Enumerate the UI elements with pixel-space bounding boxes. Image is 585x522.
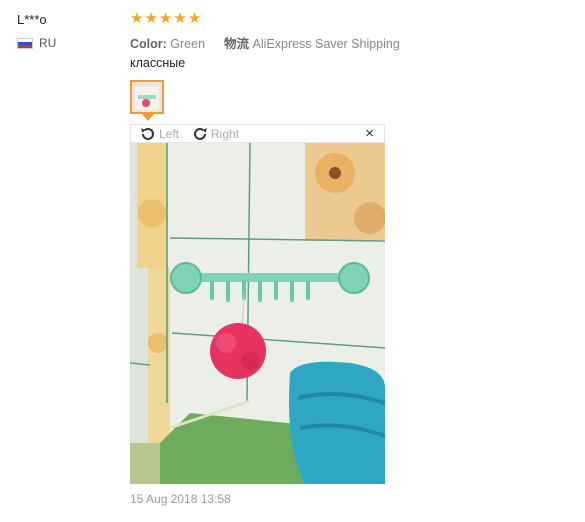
shipping-value: AliExpress Saver Shipping (252, 37, 400, 51)
rotate-left-icon (141, 127, 154, 140)
rotate-right-icon (194, 127, 207, 140)
russia-flag-icon (17, 37, 33, 49)
rotate-left-button[interactable]: Left (139, 125, 179, 143)
star-rating: ★ ★ ★ ★ ★ (130, 10, 201, 28)
photo-viewer-toolbar: Left Right × (130, 124, 385, 143)
review-photo (130, 143, 385, 484)
review-photo-thumbnail[interactable] (130, 80, 164, 114)
country-code: RU (39, 36, 57, 50)
color-value: Green (170, 37, 206, 51)
star-icon: ★ (173, 10, 187, 27)
close-viewer-button[interactable]: × (365, 126, 374, 142)
rotate-right-button[interactable]: Right (191, 125, 239, 143)
order-info: Color: Green 物流 AliExpress Saver Shippin… (130, 33, 400, 52)
review-text: классные (130, 56, 186, 70)
star-icon: ★ (144, 10, 158, 27)
star-icon: ★ (158, 10, 173, 27)
reviewer-name: L***o (17, 12, 47, 27)
thumbnail-active-indicator (142, 114, 154, 121)
rotate-left-label: Left (159, 127, 180, 141)
star-icon: ★ (187, 10, 202, 27)
star-icon: ★ (130, 10, 144, 27)
rotate-right-label: Right (211, 127, 240, 141)
color-label: Color: (130, 37, 167, 51)
shipping-label: 物流 (224, 37, 250, 51)
reviewer-country: RU (17, 36, 56, 50)
review-date: 15 Aug 2018 13:58 (130, 492, 231, 506)
